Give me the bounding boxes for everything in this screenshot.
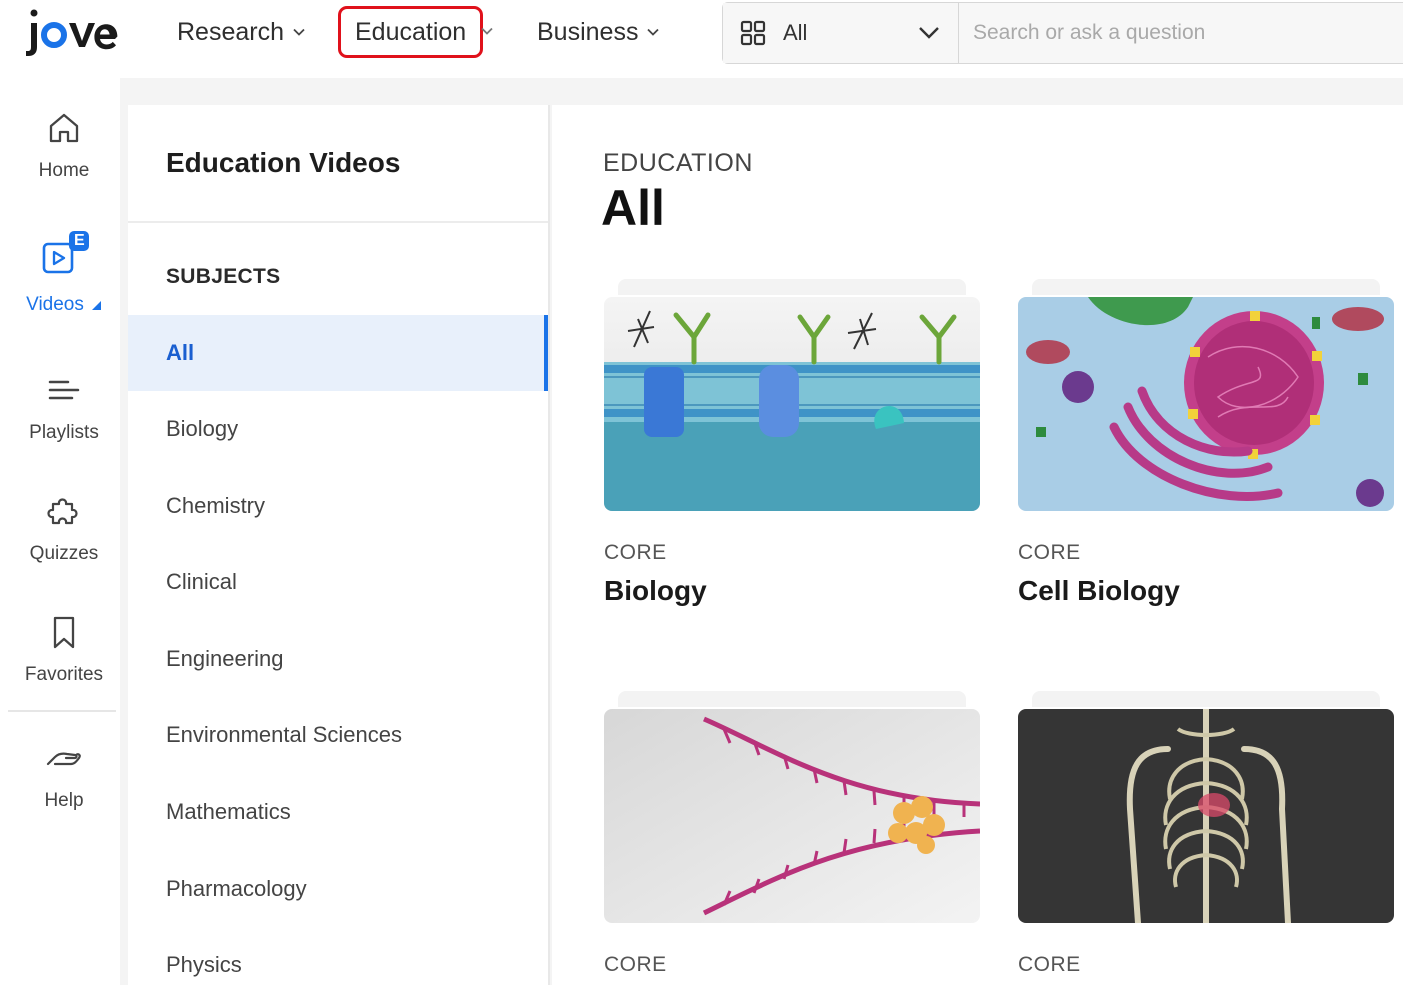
puzzle-icon bbox=[44, 491, 84, 531]
rail-home-label: Home bbox=[38, 160, 90, 181]
nav-business[interactable]: Business bbox=[537, 16, 660, 48]
card-tag: CORE bbox=[1018, 541, 1081, 564]
videos-badge: E bbox=[74, 232, 85, 249]
rail-playlists[interactable]: Playlists bbox=[8, 370, 120, 444]
card-tag: CORE bbox=[1018, 953, 1081, 976]
rail-playlists-label: Playlists bbox=[29, 422, 99, 443]
subject-item-pharmacology[interactable]: Pharmacology bbox=[128, 851, 548, 927]
search-bar: All bbox=[722, 2, 1403, 64]
home-icon bbox=[44, 108, 84, 148]
playlist-icon bbox=[44, 370, 84, 410]
page-title: All bbox=[601, 180, 665, 236]
card-tag: CORE bbox=[604, 541, 667, 564]
subject-item-all[interactable]: All bbox=[128, 315, 548, 391]
subjects-heading: SUBJECTS bbox=[166, 265, 281, 288]
card-thumbnail-skeleton bbox=[1018, 709, 1394, 923]
subject-item-engineering[interactable]: Engineering bbox=[128, 621, 548, 697]
rail-videos-label: Videos bbox=[26, 294, 102, 316]
card-title: Cell Biology bbox=[1018, 575, 1180, 606]
card-stack-shadow bbox=[1032, 691, 1380, 707]
video-library-icon: E bbox=[38, 230, 90, 282]
caret-icon bbox=[91, 300, 101, 310]
search-scope-select[interactable]: All bbox=[723, 3, 959, 63]
grid-icon bbox=[740, 20, 766, 46]
nav-research[interactable]: Research bbox=[177, 16, 306, 48]
subject-item-mathematics[interactable]: Mathematics bbox=[128, 774, 548, 850]
card-thumbnail-membrane bbox=[604, 297, 980, 511]
bookmark-icon bbox=[44, 612, 84, 652]
nav-education[interactable]: Education bbox=[338, 6, 484, 58]
nav-research-label: Research bbox=[177, 17, 284, 46]
rail-home[interactable]: Home bbox=[8, 108, 120, 182]
chevron-down-icon bbox=[919, 27, 939, 39]
rail-help-label: Help bbox=[44, 790, 84, 811]
main-content: EDUCATION All CORE Biology CORE Cell Bio… bbox=[552, 105, 1403, 985]
rail-favorites-label: Favorites bbox=[24, 664, 104, 685]
help-hand-icon bbox=[44, 738, 84, 778]
card-title: Biology bbox=[604, 575, 707, 606]
subjects-panel: Education Videos SUBJECTS All Biology Ch… bbox=[128, 105, 550, 985]
breadcrumb: EDUCATION bbox=[603, 149, 753, 177]
search-scope-value: All bbox=[783, 20, 808, 45]
top-bar: Research Education Business All bbox=[0, 0, 1403, 74]
chevron-down-icon[interactable] bbox=[480, 24, 494, 38]
panel-divider bbox=[128, 221, 548, 223]
search-input[interactable] bbox=[959, 3, 1403, 63]
rail-quizzes[interactable]: Quizzes bbox=[8, 491, 120, 565]
subject-item-clinical[interactable]: Clinical bbox=[128, 544, 548, 620]
nav-business-label: Business bbox=[537, 17, 639, 46]
rail-divider bbox=[8, 710, 116, 712]
subject-item-environmental-sciences[interactable]: Environmental Sciences bbox=[128, 697, 548, 773]
card-thumbnail-cell bbox=[1018, 297, 1394, 511]
nav-education-label: Education bbox=[355, 17, 467, 46]
rail-favorites[interactable]: Favorites bbox=[8, 612, 120, 686]
card-stack-shadow bbox=[1032, 279, 1380, 295]
rail-videos-text: Videos bbox=[26, 294, 84, 315]
left-rail: Home E Videos Playlists Quizzes Favorite… bbox=[8, 78, 120, 985]
card-stack-shadow bbox=[618, 691, 966, 707]
chevron-down-icon bbox=[293, 28, 305, 36]
card-tag: CORE bbox=[604, 953, 667, 976]
card-stack-shadow bbox=[618, 279, 966, 295]
subject-item-physics[interactable]: Physics bbox=[128, 927, 548, 985]
card-thumbnail-dna bbox=[604, 709, 980, 923]
rail-quizzes-label: Quizzes bbox=[29, 543, 99, 564]
rail-help[interactable]: Help bbox=[8, 738, 120, 812]
jove-logo[interactable] bbox=[26, 6, 122, 56]
panel-title: Education Videos bbox=[166, 147, 401, 178]
chevron-down-icon bbox=[647, 28, 660, 36]
rail-videos[interactable]: E Videos bbox=[8, 230, 120, 316]
subject-item-biology[interactable]: Biology bbox=[128, 391, 548, 467]
subject-item-chemistry[interactable]: Chemistry bbox=[128, 468, 548, 544]
